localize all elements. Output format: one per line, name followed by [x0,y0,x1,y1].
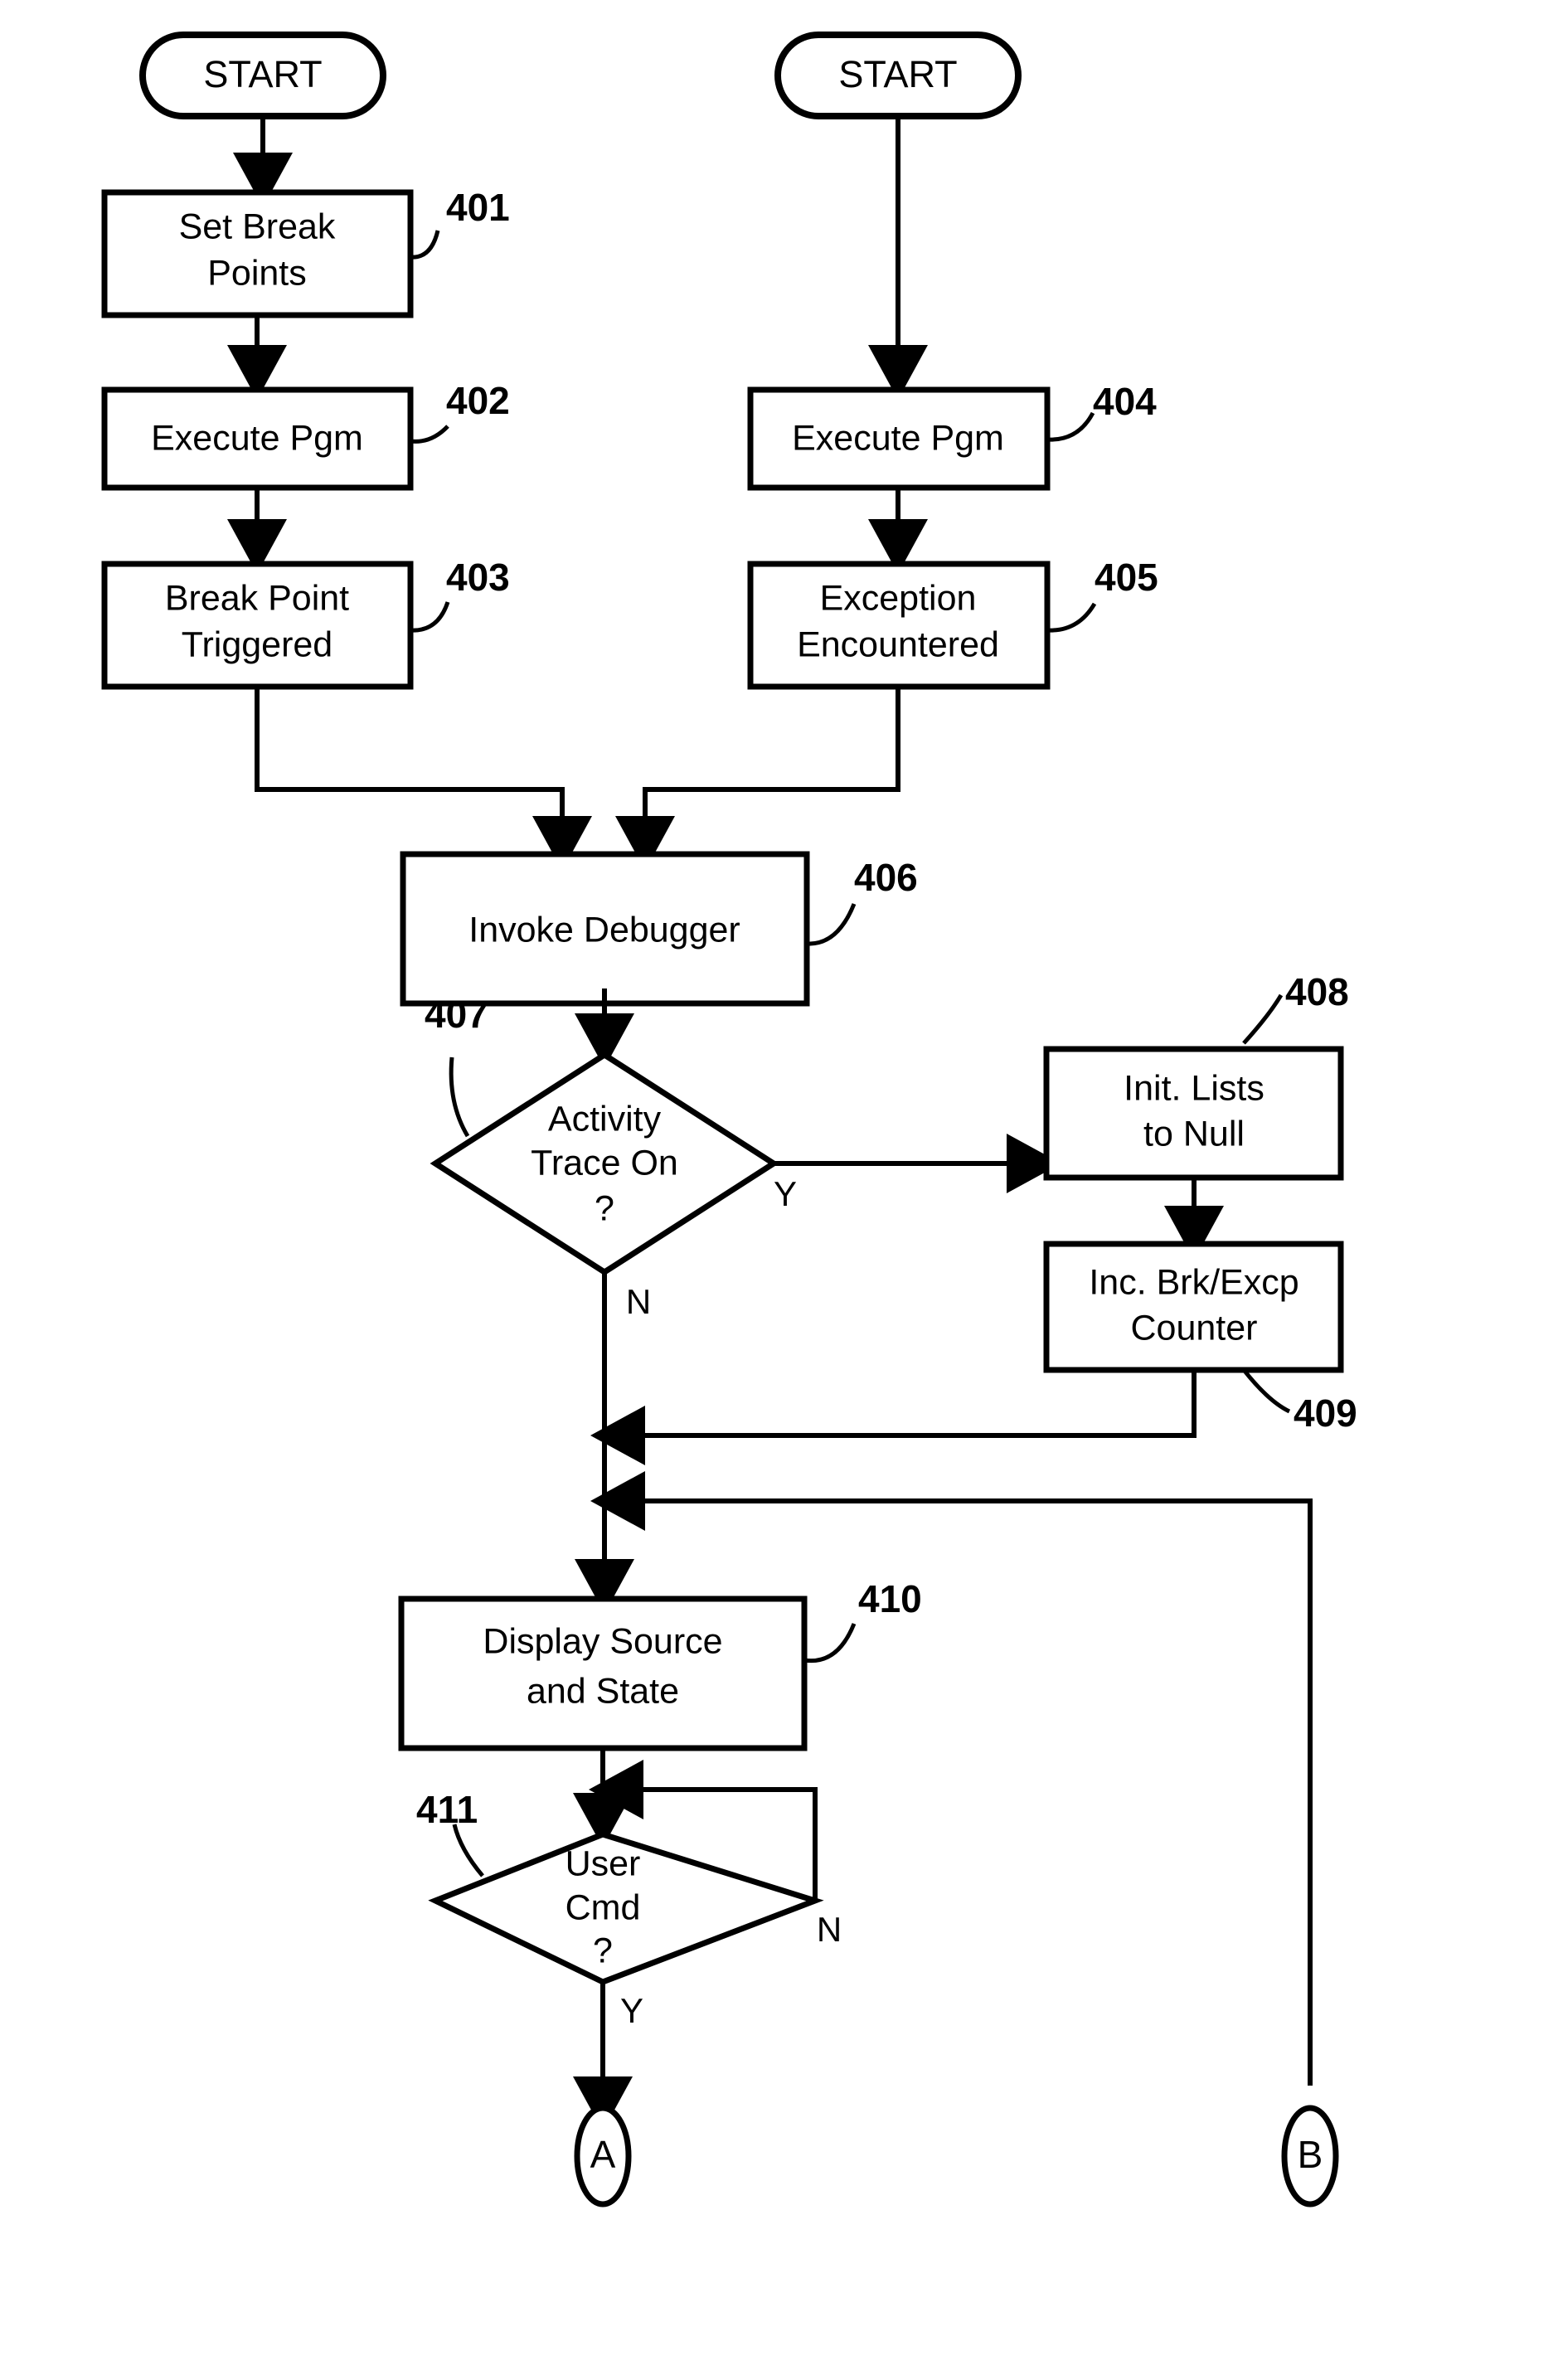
leader-410 [803,1623,857,1664]
leader-401 [410,230,440,260]
connector-a-label: A [590,2133,616,2176]
process-402: Execute Pgm [101,386,414,491]
ref-numeral-409: 409 [1294,1392,1357,1435]
process-402-label-line1: Execute Pgm [151,418,363,458]
decision-411-label-line1: User [565,1843,641,1883]
leader-406 [806,903,857,946]
ref-numeral-404: 404 [1093,380,1157,423]
process-401-label-line1: Set Break [179,206,336,246]
leader-409 [1242,1368,1291,1414]
ref-numeral-401: 401 [446,186,510,229]
flowchart-svg: START Set Break Points 401 Execute Pgm 4… [101,32,1357,2208]
ref-numeral-408: 408 [1285,970,1349,1013]
connector-a: A [574,2105,632,2208]
leader-411 [452,1824,484,1877]
connector-b-label: B [1298,2133,1323,2176]
edge-403-to-406 [255,687,592,871]
terminator-start-left: START [139,32,386,119]
decision-411-yes-label: Y [620,1991,643,2030]
leader-402 [410,425,449,444]
edge-409-to-main-spine [590,1370,1197,1465]
process-408-label-line2: to Null [1143,1114,1245,1154]
ref-numeral-402: 402 [446,379,510,422]
decision-411-label-line2: Cmd [565,1887,641,1927]
process-406-label-line1: Invoke Debugger [468,910,740,950]
ref-numeral-405: 405 [1095,556,1158,599]
process-405-label-line1: Exception [820,578,977,618]
process-404: Execute Pgm [747,386,1051,491]
process-409: Inc. Brk/Excp Counter [1043,1241,1344,1373]
process-408-label-line1: Init. Lists [1124,1068,1264,1108]
process-403-label-line2: Triggered [182,624,333,664]
decision-407-no-label: N [626,1282,651,1321]
process-404-label-line1: Execute Pgm [792,418,1004,458]
process-403: Break Point Triggered [101,561,414,690]
decision-407-label-line2: Trace On [531,1143,678,1183]
process-401: Set Break Points [101,189,414,318]
edge-405-to-406 [615,687,900,871]
terminator-start-left-label: START [203,53,322,95]
leader-404 [1046,411,1095,442]
ref-numeral-407: 407 [425,993,488,1036]
process-409-label-line1: Inc. Brk/Excp [1089,1262,1298,1302]
process-405-label-line2: Encountered [797,624,999,664]
decision-407-yes-label: Y [774,1174,797,1213]
decision-411-label-line3: ? [593,1931,613,1970]
process-410: Display Source and State [398,1596,808,1751]
decision-407-label-line3: ? [595,1188,614,1228]
terminator-start-right-label: START [838,53,957,95]
decision-411: User Cmd ? [428,1831,824,1985]
process-403-label-line1: Break Point [165,578,349,618]
decision-407-label-line1: Activity [548,1099,662,1139]
process-410-label-line1: Display Source [483,1621,722,1661]
ref-numeral-406: 406 [854,856,918,899]
flowchart-canvas: START Set Break Points 401 Execute Pgm 4… [0,0,1563,2380]
process-401-label-line2: Points [207,253,307,293]
terminator-start-right: START [774,32,1022,119]
ref-numeral-411: 411 [416,1788,478,1831]
leader-407 [449,1056,470,1138]
process-410-label-line2: and State [527,1671,679,1711]
ref-numeral-403: 403 [446,556,510,599]
process-406: Invoke Debugger [400,851,810,1007]
decision-407: Activity Trace On ? [430,1051,779,1276]
leader-408 [1242,993,1284,1045]
process-408: Init. Lists to Null [1043,1046,1344,1181]
edge-connector-b-return [590,1471,1313,2086]
process-405: Exception Encountered [747,561,1051,690]
decision-411-no-label: N [817,1910,842,1949]
leader-403 [410,601,450,633]
leader-405 [1046,602,1097,633]
ref-numeral-410: 410 [858,1577,922,1620]
connector-b: B [1281,2105,1339,2208]
process-409-label-line2: Counter [1131,1308,1258,1348]
